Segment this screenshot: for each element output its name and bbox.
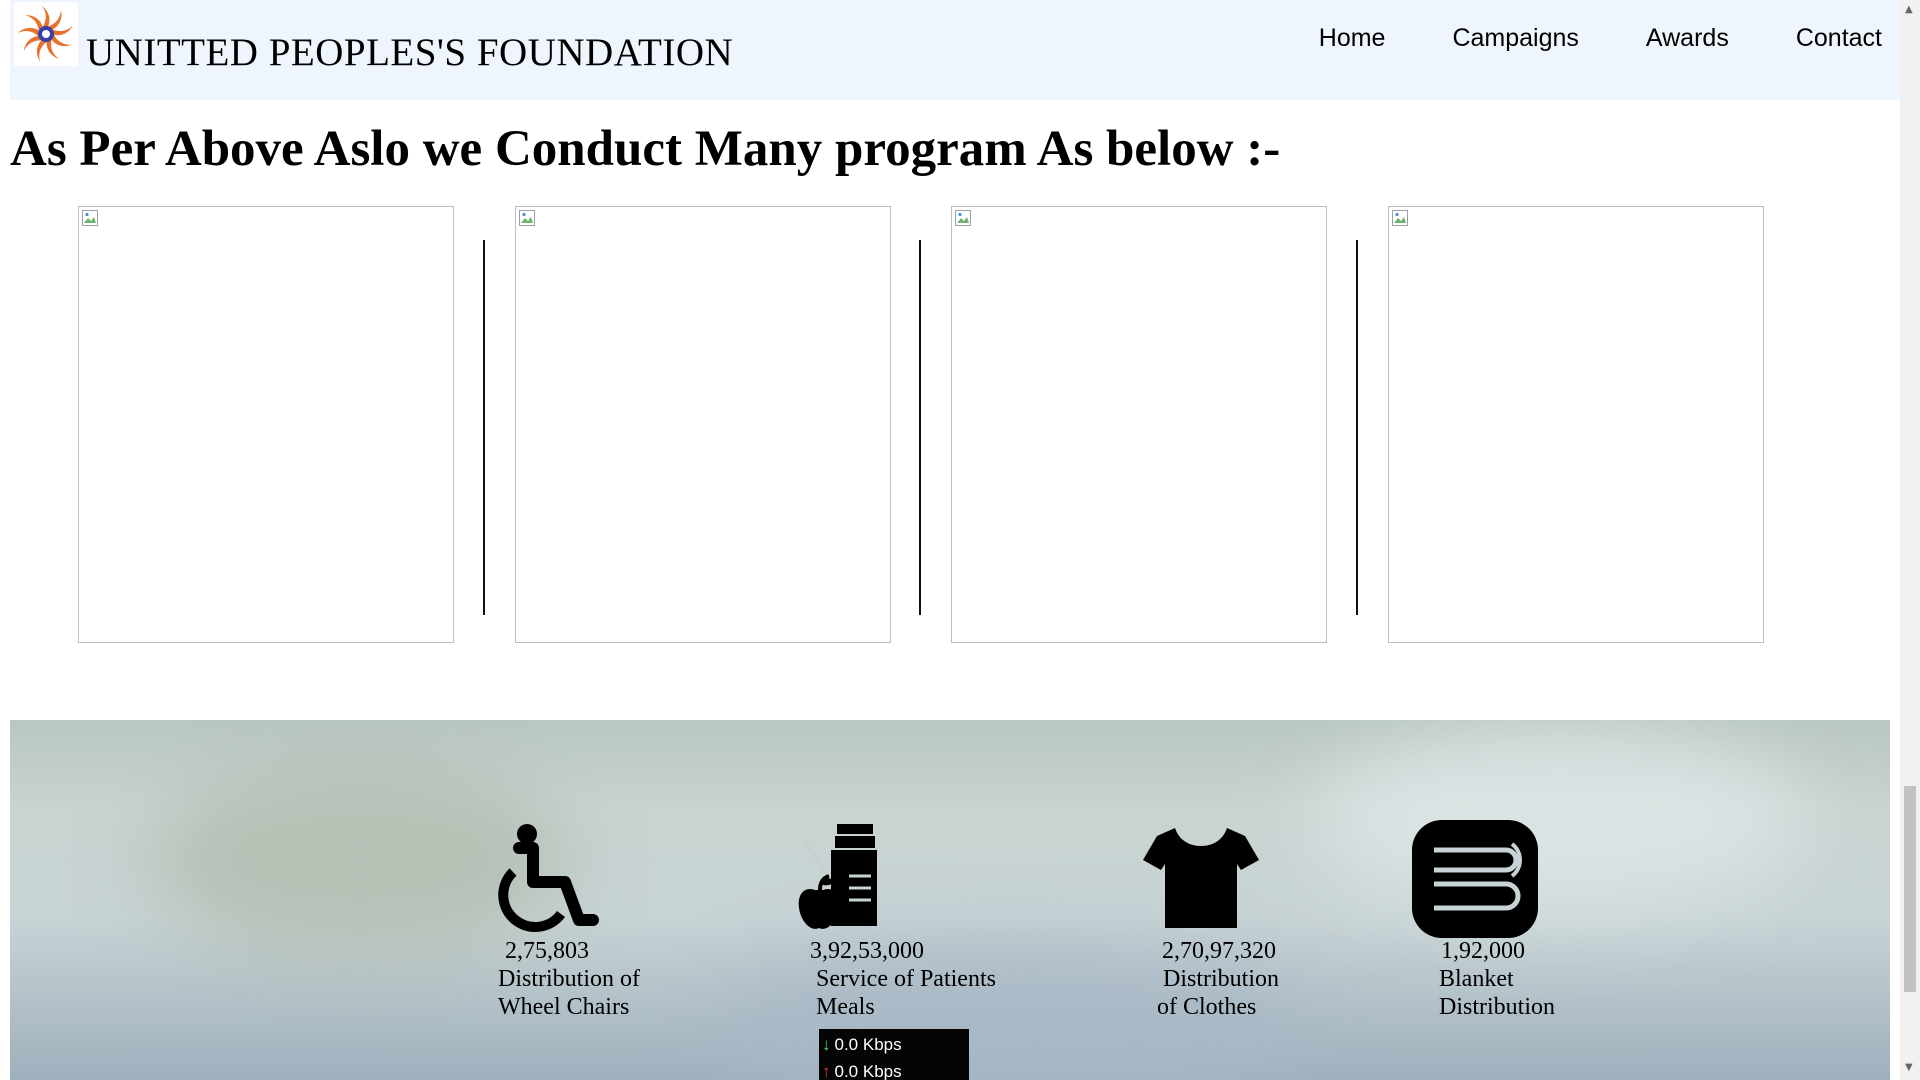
upload-arrow-icon: ↑ [822, 1062, 831, 1080]
nav-awards[interactable]: Awards [1646, 24, 1729, 53]
broken-image-icon [1392, 210, 1408, 226]
site-title: UNITTED PEOPLES'S FOUNDATION [86, 31, 734, 74]
upload-speed: ↑ 0.0 Kbps [822, 1062, 902, 1080]
scroll-down-arrow-icon[interactable]: ▼ [1905, 1062, 1913, 1073]
broken-image-icon [82, 210, 98, 226]
divider [483, 240, 485, 615]
program-image-4 [1388, 206, 1764, 643]
meal-icon [798, 824, 877, 929]
stat-patient-meals: 3,92,53,000 Service of Patients Meals [795, 820, 996, 1021]
main-nav: Home Campaigns Awards Contact [1252, 24, 1882, 53]
nav-home[interactable]: Home [1319, 24, 1386, 53]
program-image-3 [951, 206, 1327, 643]
nav-contact[interactable]: Contact [1796, 24, 1882, 53]
logo-icon[interactable] [14, 2, 78, 66]
download-speed: ↓ 0.0 Kbps [822, 1035, 902, 1054]
vertical-scrollbar[interactable]: ▲ ▼ [1900, 0, 1920, 1080]
broken-image-icon [955, 210, 971, 226]
stat-label: Service of Patients Meals [816, 966, 996, 1020]
stat-wheelchairs: 2,75,803 Distribution of Wheel Chairs [485, 820, 640, 1021]
stat-label: Distribution of Clothes [1157, 966, 1280, 1020]
stats-section: 2,75,803 Distribution of Wheel Chairs 3,… [10, 720, 1890, 1080]
wheelchair-icon [498, 824, 599, 932]
divider [1356, 240, 1358, 615]
stat-label: Blanket Distribution [1439, 966, 1556, 1020]
blanket-icon [1412, 820, 1538, 938]
program-image-1 [78, 206, 454, 643]
netspeed-widget: ↓ 0.0 Kbps ↑ 0.0 Kbps [819, 1029, 969, 1080]
stat-number: 2,75,803 [505, 938, 589, 964]
program-image-2 [515, 206, 891, 643]
stat-number: 3,92,53,000 [810, 938, 924, 964]
stat-number: 2,70,97,320 [1162, 938, 1276, 964]
divider [919, 240, 921, 615]
scroll-up-arrow-icon[interactable]: ▲ [1905, 4, 1913, 15]
stat-number: 1,92,000 [1441, 938, 1525, 964]
stat-label: Distribution of Wheel Chairs [498, 966, 640, 1020]
nav-campaigns[interactable]: Campaigns [1452, 24, 1578, 53]
scroll-thumb[interactable] [1904, 786, 1916, 992]
broken-image-icon [519, 210, 535, 226]
download-arrow-icon: ↓ [822, 1035, 831, 1054]
stat-blankets: 1,92,000 Blanket Distribution [1408, 820, 1555, 1021]
programs-heading: As Per Above Aslo we Conduct Many progra… [10, 121, 1281, 177]
background-blur [1310, 730, 1810, 910]
stat-clothes: 2,70,97,320 Distribution of Clothes [1135, 820, 1279, 1021]
site-header: UNITTED PEOPLES'S FOUNDATION Home Campai… [10, 0, 1900, 100]
tshirt-icon [1143, 828, 1259, 928]
